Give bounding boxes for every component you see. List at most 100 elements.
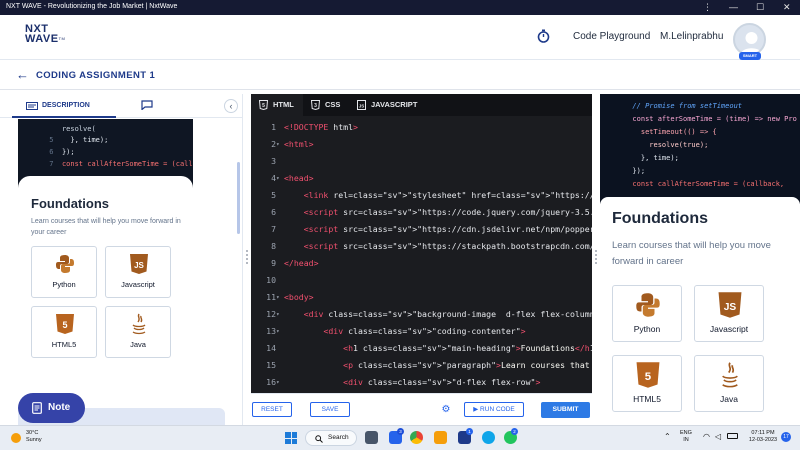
tab-css-label: CSS: [325, 100, 341, 109]
minimize-icon[interactable]: —: [729, 2, 738, 12]
preview-tile-javascript[interactable]: JS Javascript: [694, 285, 764, 342]
left-scrollbar[interactable]: [237, 162, 240, 234]
date: 12-03-2023: [748, 437, 778, 443]
save-button[interactable]: SAVE: [310, 402, 350, 417]
weather-widget[interactable]: 30°C Sunny: [26, 430, 42, 444]
chrome-profile-icon[interactable]: [482, 431, 495, 444]
code-area[interactable]: 1 <!DOCTYPE html> 2 ▾ <html> 3 4 ▾ <head> 5 <link…: [251, 116, 592, 393]
battery-icon[interactable]: [727, 433, 738, 439]
code-playground-link[interactable]: Code Playground: [573, 31, 650, 42]
volume-icon[interactable]: ◁: [715, 432, 721, 441]
tile-java[interactable]: Java: [105, 306, 171, 358]
code-line: 7 <script src=class="sv">"https://cdn.js…: [251, 221, 592, 238]
settings-gear-icon[interactable]: ⚙: [440, 404, 452, 416]
window-title: NXT WAVE - Revolutionizing the Job Marke…: [6, 3, 178, 10]
preview-tile-html5[interactable]: 5 HTML5: [612, 355, 682, 412]
fold-marker-icon[interactable]: ▾: [276, 136, 280, 153]
html5-icon: 5: [636, 362, 660, 388]
chevron-up-icon[interactable]: ⌃: [664, 432, 671, 441]
note-icon: [32, 402, 42, 414]
preview-tile-python[interactable]: Python: [612, 285, 682, 342]
tab-javascript[interactable]: JS JAVASCRIPT: [353, 94, 421, 116]
code-text: <script src=class="sv">"https://code.jqu…: [303, 207, 592, 217]
note-label: Note: [48, 402, 71, 413]
code-line: 8 <script src=class="sv">"https://stackp…: [251, 238, 592, 255]
task-view-icon[interactable]: [365, 431, 378, 444]
back-arrow-icon[interactable]: ←: [16, 68, 29, 81]
resize-handle-right[interactable]: [594, 248, 597, 268]
run-code-button[interactable]: ▶ RUN CODE: [464, 402, 524, 417]
tab-description-label: DESCRIPTION: [42, 102, 90, 109]
tile-label: HTML5: [633, 394, 661, 404]
windows-start-icon[interactable]: [285, 432, 297, 444]
assignment-header: ← CODING ASSIGNMENT 1: [0, 60, 800, 90]
java-icon: [722, 362, 738, 388]
tab-html[interactable]: 5 HTML: [251, 94, 303, 116]
username[interactable]: M.Lelinprabhu: [660, 31, 723, 42]
code-editor: 5 HTML 3 CSS JS JAVASCRIPT 1 <!DOCTYPE ht…: [251, 94, 592, 425]
close-icon[interactable]: ✕: [783, 2, 791, 12]
fold-marker-icon[interactable]: ▾: [276, 289, 280, 306]
code-line: });: [624, 167, 646, 175]
file-explorer-icon[interactable]: [434, 431, 447, 444]
svg-text:JS: JS: [134, 261, 144, 270]
foundations-card: Foundations Learn courses that will help…: [18, 176, 193, 421]
notification-count[interactable]: 17: [781, 432, 791, 442]
code-line: 16 ▾ <div class=class="sv">"d-flex flex-r…: [251, 374, 592, 391]
note-button[interactable]: Note: [18, 393, 85, 423]
fold-marker-icon[interactable]: ▾: [276, 323, 280, 340]
tab-javascript-label: JAVASCRIPT: [371, 100, 418, 109]
fold-marker-icon[interactable]: ▾: [276, 306, 280, 323]
svg-text:JS: JS: [359, 104, 365, 109]
logo-line2: WAVE: [25, 33, 59, 45]
tile-label: HTML5: [51, 340, 77, 349]
preview-heading: Foundations: [612, 210, 708, 227]
chrome-icon[interactable]: [410, 431, 423, 444]
code-text: <link rel=class="sv">"stylesheet" href=c…: [303, 190, 592, 200]
tile-html5[interactable]: 5 HTML5: [31, 306, 97, 358]
fold-marker-icon[interactable]: ▾: [276, 170, 280, 187]
html-file-icon: 5: [259, 100, 268, 110]
submit-button[interactable]: SUBMIT: [541, 402, 590, 418]
preview-tile-java[interactable]: Java: [694, 355, 764, 412]
tab-css[interactable]: 3 CSS: [307, 94, 349, 116]
editor-action-bar: RESET SAVE ⚙ ▶ RUN CODE SUBMIT: [251, 393, 592, 425]
wifi-icon[interactable]: ◠: [703, 432, 710, 441]
tile-javascript[interactable]: JS Javascript: [105, 246, 171, 298]
tile-label: Python: [52, 280, 76, 289]
window-menu-icon[interactable]: ⋮: [703, 2, 712, 12]
description-icon: [26, 102, 38, 110]
code-text: <!DOCTYPE html>: [284, 122, 358, 132]
nxtwave-logo[interactable]: NXT WAVETM: [25, 24, 66, 45]
reset-button[interactable]: RESET: [252, 402, 292, 417]
tab-description[interactable]: DESCRIPTION: [12, 94, 116, 118]
card-paragraph: Learn courses that will help you move fo…: [31, 218, 181, 236]
weather-sun-icon[interactable]: [11, 433, 21, 443]
tab-html-label: HTML: [273, 100, 294, 109]
line-number: 1: [271, 122, 276, 132]
line-number: 2: [271, 139, 276, 149]
resize-handle-left[interactable]: [245, 248, 248, 268]
maximize-icon[interactable]: ☐: [756, 2, 764, 12]
preview-paragraph: Learn courses that will help you move fo…: [612, 240, 771, 267]
tile-label: Javascript: [121, 280, 155, 289]
code-line: const afterSomeTime = (time) => new Pro: [624, 115, 797, 123]
code-line: resolve(true);: [624, 141, 709, 149]
line-number: 4: [271, 173, 276, 183]
logo-tm: TM: [58, 36, 66, 41]
chat-icon[interactable]: [141, 100, 153, 110]
language-indicator[interactable]: ENG IN: [680, 430, 692, 444]
svg-text:JS: JS: [724, 302, 737, 313]
code-line: 6 <script src=class="sv">"https://code.j…: [251, 204, 592, 221]
tile-python[interactable]: Python: [31, 246, 97, 298]
code-line: 12 ▾ <div class=class="sv">"background-im…: [251, 306, 592, 323]
clock[interactable]: 07:11 PM 12-03-2023: [748, 430, 778, 444]
code-line: 11 ▾ <body>: [251, 289, 592, 306]
collapse-panel-button[interactable]: ‹: [224, 99, 238, 113]
code-line: 14 <h1 class=class="sv">"main-heading">F…: [251, 340, 592, 357]
stopwatch-icon[interactable]: [537, 29, 550, 43]
taskbar-search[interactable]: Search: [305, 430, 357, 446]
fold-marker-icon[interactable]: ▾: [276, 374, 280, 391]
line-number: 15: [266, 360, 276, 370]
smart-badge: SMART: [739, 52, 761, 60]
